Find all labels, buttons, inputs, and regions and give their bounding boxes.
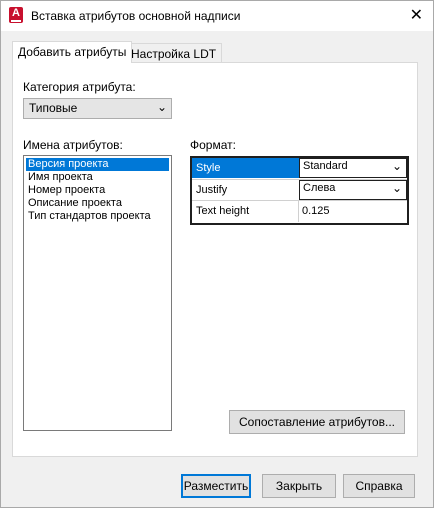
list-item[interactable]: Номер проекта bbox=[26, 184, 169, 197]
chevron-down-icon: ⌄ bbox=[391, 159, 402, 173]
dialog-window: A Вставка атрибутов основной надписи ✕ Д… bbox=[0, 0, 434, 508]
category-combobox[interactable]: Типовые ⌄ bbox=[23, 98, 172, 119]
justify-value: Слева bbox=[303, 182, 336, 194]
format-grid: Style Standard ⌄ Justify Слева ⌄ Text he… bbox=[190, 156, 409, 225]
format-row-name[interactable]: Style bbox=[192, 158, 302, 178]
help-button[interactable]: Справка bbox=[343, 474, 415, 498]
category-selected: Типовые bbox=[29, 101, 78, 115]
title-bar[interactable]: A Вставка атрибутов основной надписи ✕ bbox=[1, 1, 433, 31]
tab-add-attributes[interactable]: Добавить атрибуты bbox=[12, 41, 133, 63]
text-height-value[interactable]: 0.125 bbox=[302, 201, 330, 221]
list-item[interactable]: Имя проекта bbox=[26, 171, 169, 184]
tab-ldt-settings[interactable]: Настройка LDT bbox=[125, 43, 223, 63]
attribute-mapping-button[interactable]: Сопоставление атрибутов... bbox=[229, 410, 405, 434]
list-item[interactable]: Версия проекта bbox=[26, 158, 169, 171]
justify-dropdown[interactable]: Слева ⌄ bbox=[299, 180, 407, 200]
column-divider bbox=[298, 201, 299, 222]
close-icon[interactable]: ✕ bbox=[410, 5, 423, 25]
chevron-down-icon: ⌄ bbox=[156, 100, 167, 114]
place-button[interactable]: Разместить bbox=[181, 474, 251, 498]
list-item[interactable]: Описание проекта bbox=[26, 197, 169, 210]
app-icon: A bbox=[9, 7, 23, 23]
style-dropdown[interactable]: Standard ⌄ bbox=[299, 158, 407, 178]
attribute-names-list[interactable]: Версия проекта Имя проекта Номер проекта… bbox=[23, 155, 172, 431]
category-label: Категория атрибута: bbox=[23, 80, 136, 94]
attribute-names-label: Имена атрибутов: bbox=[23, 138, 123, 152]
close-button[interactable]: Закрыть bbox=[262, 474, 336, 498]
chevron-down-icon: ⌄ bbox=[391, 181, 402, 195]
format-row-name[interactable]: Justify bbox=[196, 180, 227, 200]
style-value: Standard bbox=[303, 160, 348, 172]
format-row-name[interactable]: Text height bbox=[196, 201, 249, 221]
list-item[interactable]: Тип стандартов проекта bbox=[26, 210, 169, 223]
format-label: Формат: bbox=[190, 138, 236, 152]
window-title: Вставка атрибутов основной надписи bbox=[31, 9, 241, 23]
